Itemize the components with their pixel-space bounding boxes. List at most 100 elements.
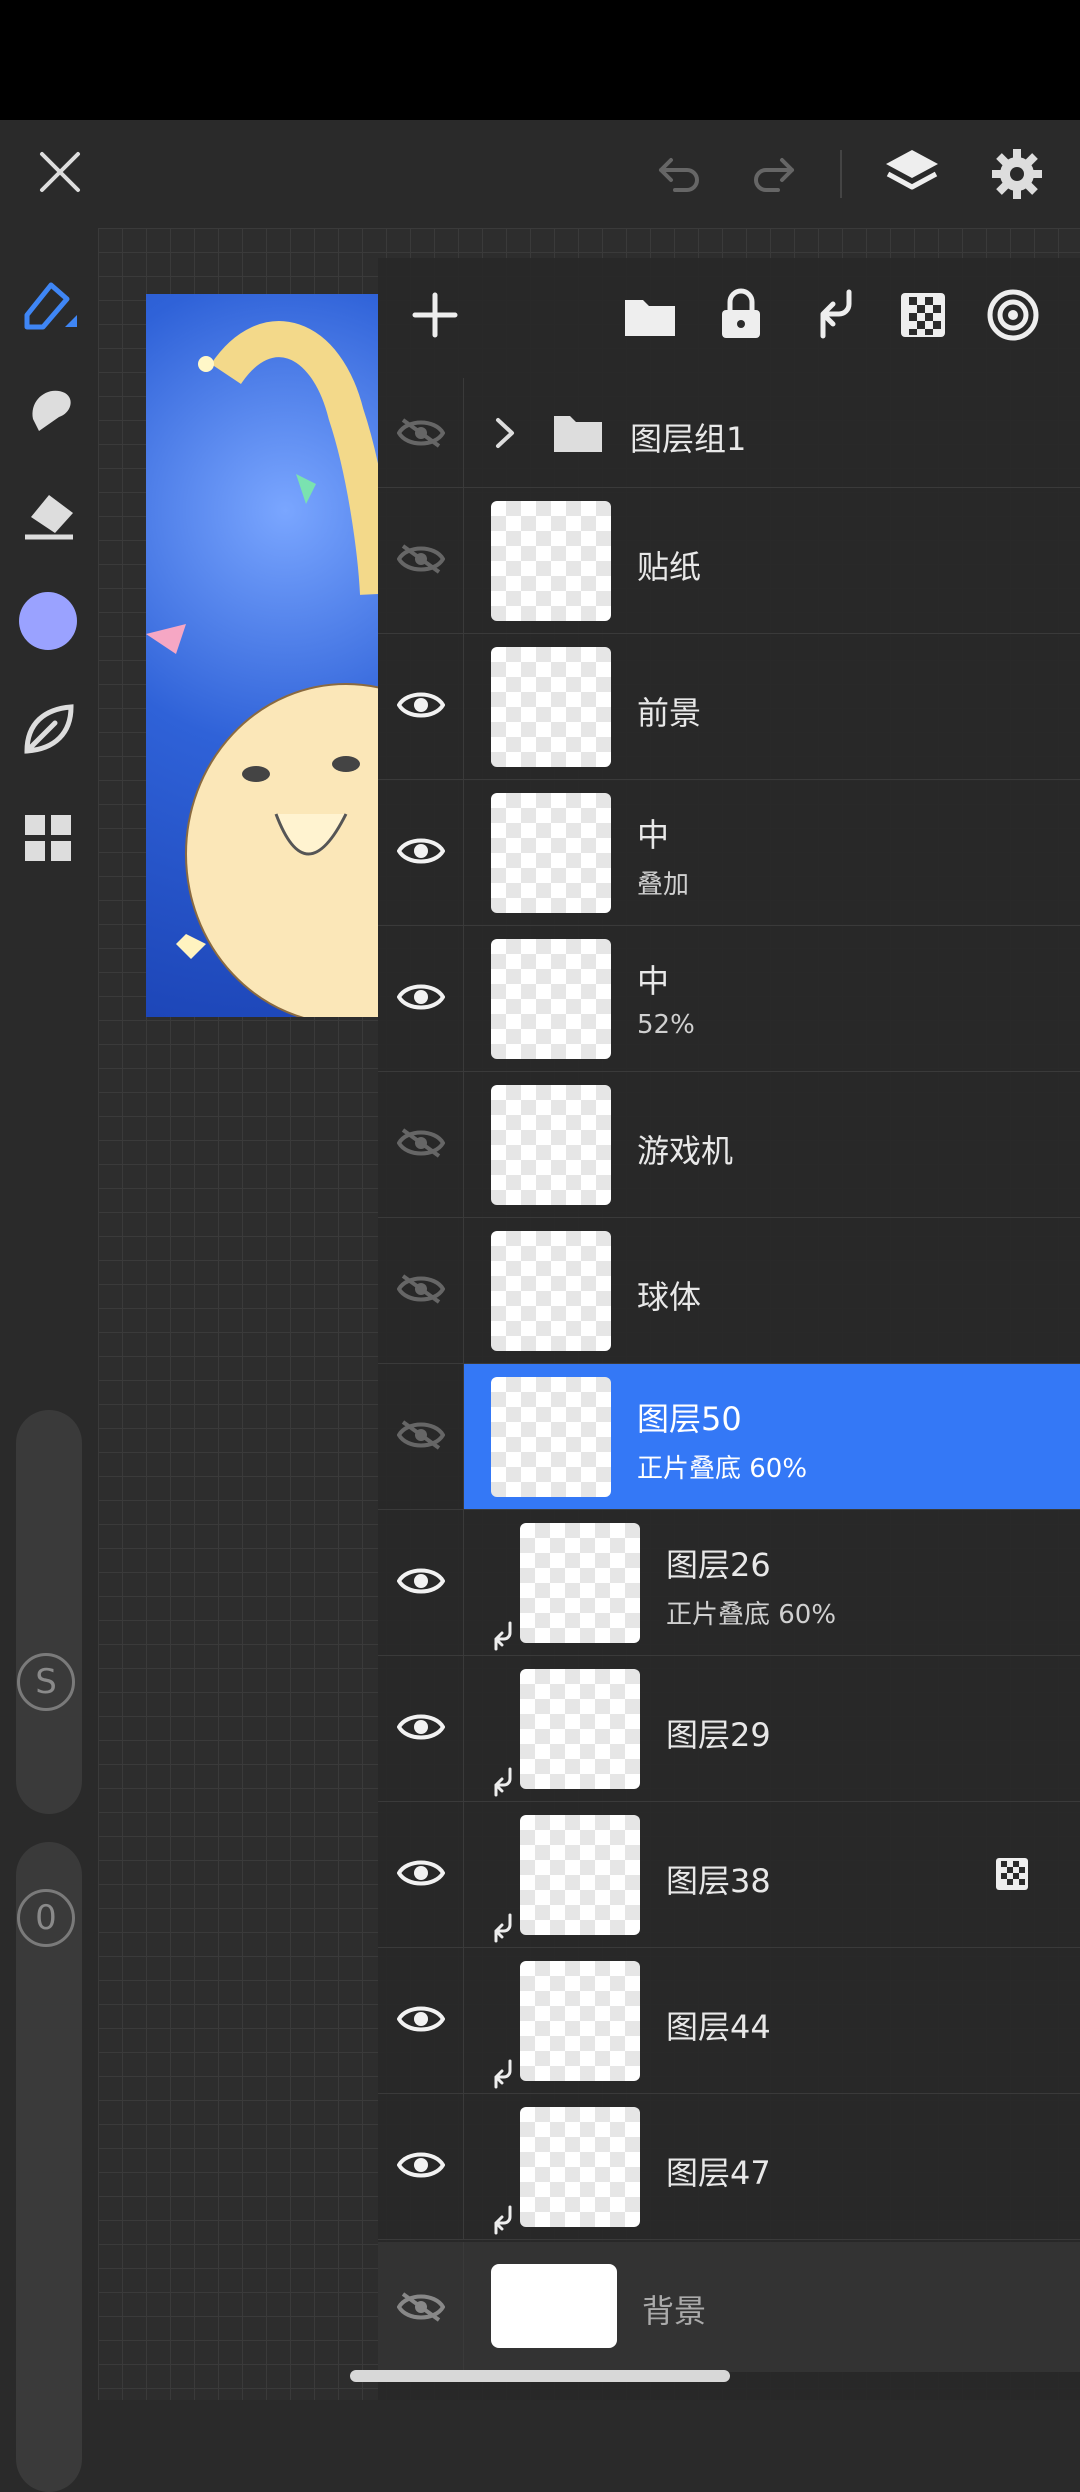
layer-row[interactable]: 游戏机 [378,1072,1080,1218]
clipping-mask-icon [490,2059,514,2089]
color-swatch[interactable] [19,592,77,650]
layer-group-row[interactable]: 图层组1 [378,378,1080,488]
layer-thumbnail [491,647,611,767]
gear-icon[interactable] [985,142,1049,206]
layer-thumbnail [491,793,611,913]
layer-thumbnail [520,1669,640,1789]
layers-panel-toolbar [378,258,1080,378]
visibility-toggle[interactable] [378,2094,464,2239]
target-icon[interactable] [984,286,1042,344]
visibility-toggle[interactable] [378,1948,464,2093]
eye-icon [396,1710,445,1748]
folder-icon [552,410,604,458]
layer-name: 贴纸 [637,548,702,586]
eye-icon [396,2148,445,2186]
layer-blend-mode: 52% [637,1010,695,1040]
smudge-icon[interactable] [14,374,84,444]
layer-thumbnail [520,1961,640,2081]
artwork-canvas[interactable] [146,294,378,1017]
folder-icon[interactable] [622,288,678,342]
layer-name: 前景 [637,694,702,732]
undo-icon[interactable] [652,146,708,202]
eye-hidden-icon [396,417,445,448]
eraser-icon[interactable] [14,482,84,552]
visibility-toggle[interactable] [378,1510,464,1655]
layer-name: 球体 [637,1278,702,1316]
layers-panel: 图层组1 贴纸 前景中叠加中 52% 游戏机 球体 图层50 正片叠底 60% 图层26 正片叠… [378,258,1080,2400]
layer-blend-mode: 叠加 [637,870,690,900]
eye-hidden-icon [396,1272,445,1310]
layer-name: 图层38 [666,1862,771,1900]
layer-name: 中 [637,816,670,854]
chevron-right-icon[interactable] [494,416,516,454]
visibility-toggle[interactable] [378,926,464,1071]
visibility-toggle[interactable] [378,488,464,633]
layer-name: 图层50 [637,1400,742,1438]
lock-icon[interactable] [714,286,768,342]
background-layer-row[interactable]: 背景 [378,2242,1080,2372]
layer-name: 图层26 [666,1546,771,1584]
background-thumbnail [491,2264,617,2348]
visibility-toggle[interactable] [378,1072,464,1217]
visibility-toggle[interactable] [378,1802,464,1947]
layer-row[interactable]: 图层50 正片叠底 60% [378,1364,1080,1510]
alpha-lock-icon[interactable] [896,288,950,342]
background-name: 背景 [642,2292,707,2330]
clipping-mask-icon [490,2205,514,2235]
visibility-toggle[interactable] [378,1364,464,1509]
layer-row[interactable]: 图层29 [378,1656,1080,1802]
eye-icon [396,1564,445,1602]
add-icon[interactable] [408,288,462,342]
layer-thumbnail [520,1815,640,1935]
layer-thumbnail [491,1231,611,1351]
opacity-slider-badge: 0 [17,1889,75,1947]
layer-name: 游戏机 [637,1132,734,1170]
visibility-toggle[interactable] [378,1218,464,1363]
visibility-toggle[interactable] [378,2242,464,2372]
clipping-mask-icon [490,1767,514,1797]
layer-blend-mode: 正片叠底 60% [666,1600,837,1630]
visibility-toggle[interactable] [378,378,464,487]
layer-thumbnail [491,939,611,1059]
redo-icon[interactable] [745,146,801,202]
layer-row[interactable]: 前景 [378,634,1080,780]
eye-hidden-icon [396,2292,445,2322]
visibility-toggle[interactable] [378,1656,464,1801]
grid-menu-icon[interactable] [14,804,84,874]
layer-row[interactable]: 图层47 [378,2094,1080,2240]
leaf-icon[interactable] [14,694,84,764]
layer-row[interactable]: 图层38 [378,1802,1080,1948]
group-name: 图层组1 [630,420,747,458]
layer-name: 图层29 [666,1716,771,1754]
divider [840,150,842,198]
layer-row[interactable]: 中叠加 [378,780,1080,926]
layer-row[interactable]: 中 52% [378,926,1080,1072]
status-bar [0,0,1080,120]
layer-name: 图层47 [666,2154,771,2192]
layer-blend-mode: 正片叠底 60% [637,1454,808,1484]
eye-icon [396,980,445,1018]
eye-hidden-icon [396,1126,445,1164]
size-slider-badge: S [17,1653,75,1711]
layers-icon[interactable] [880,142,944,206]
layer-thumbnail [520,2107,640,2227]
brush-size-slider[interactable] [16,1410,82,1814]
eye-icon [396,1856,445,1894]
visibility-toggle[interactable] [378,780,464,925]
layer-row[interactable]: 贴纸 [378,488,1080,634]
home-indicator[interactable] [350,2370,730,2382]
layer-row[interactable]: 球体 [378,1218,1080,1364]
merge-down-icon[interactable] [806,286,860,342]
eye-hidden-icon [396,542,445,580]
top-bar [0,120,1080,228]
layer-name: 图层44 [666,2008,771,2046]
visibility-toggle[interactable] [378,634,464,779]
eye-icon [396,2002,445,2040]
clipping-mask-icon [490,1913,514,1943]
alpha-lock-icon [995,1857,1029,1895]
layer-row[interactable]: 图层44 [378,1948,1080,2094]
close-icon[interactable] [30,142,90,202]
layer-row[interactable]: 图层26 正片叠底 60% [378,1510,1080,1656]
left-toolbar: S 0 [0,228,98,2492]
brush-icon[interactable] [14,268,84,338]
